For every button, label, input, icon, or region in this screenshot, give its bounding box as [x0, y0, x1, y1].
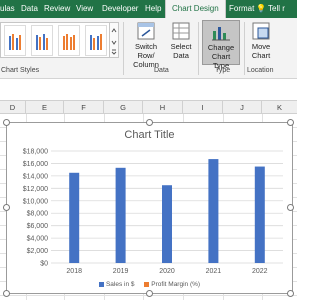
column-header-k[interactable]: K [262, 101, 297, 114]
column-header-d[interactable]: D [0, 101, 26, 114]
x-tick-label: 2018 [66, 268, 82, 275]
legend-item-sales: Sales in $ [98, 281, 135, 288]
tab-help[interactable]: Help [145, 0, 161, 18]
column-header-f[interactable]: F [64, 101, 104, 114]
chart-style-thumb[interactable] [85, 25, 107, 56]
column-header-j[interactable]: J [223, 101, 262, 114]
y-tick-label: $18,000 [23, 149, 48, 156]
chart-style-thumb[interactable] [4, 25, 26, 56]
select-data-button[interactable]: Select Data [168, 22, 194, 60]
chart-style-thumb-icon [90, 34, 102, 50]
chevron-up-down-icon [111, 28, 117, 55]
tab-chart-design[interactable]: Chart Design [165, 0, 226, 18]
column-header-i[interactable]: I [183, 101, 223, 114]
y-tick-label: $8,000 [27, 211, 49, 218]
resize-handle[interactable] [287, 119, 294, 126]
y-tick-label: $10,000 [23, 198, 48, 205]
column-header-e[interactable]: E [26, 101, 64, 114]
change-chart-type-button[interactable]: Change Chart Type [202, 20, 240, 70]
tab-format[interactable]: Format [229, 0, 254, 18]
group-label-location: Location [247, 67, 274, 74]
chart-legend[interactable]: Sales in $ Profit Margin (%) [7, 281, 292, 288]
x-tick-label: 2019 [113, 268, 129, 275]
x-tick-label: 2021 [206, 268, 222, 275]
y-tick-label: $14,000 [23, 173, 48, 180]
chart-style-thumb-icon [63, 34, 75, 50]
y-tick-label: $16,000 [23, 161, 48, 168]
resize-handle[interactable] [146, 119, 153, 126]
y-tick-label: $0 [40, 261, 48, 268]
switch-row-column-icon [137, 22, 155, 40]
tell-me-icon[interactable]: 💡 [256, 0, 266, 18]
move-chart-icon [252, 22, 270, 40]
resize-handle[interactable] [287, 290, 294, 297]
chart-style-thumb-icon [9, 34, 21, 50]
tab-formulas[interactable]: ulas [0, 0, 15, 18]
resize-handle[interactable] [3, 119, 10, 126]
column-header-h[interactable]: H [143, 101, 183, 114]
group-separator [244, 22, 245, 75]
legend-label-profit-margin: Profit Margin (%) [151, 281, 201, 288]
resize-handle[interactable] [3, 204, 10, 211]
chart-style-thumb-icon [36, 34, 48, 50]
legend-label-sales: Sales in $ [105, 281, 135, 288]
switch-row-column-label-1: Switch Row/ [134, 42, 158, 60]
column-headers: D E F G H I J K [0, 100, 297, 114]
tab-view[interactable]: View [76, 0, 93, 18]
tab-data[interactable]: Data [21, 0, 38, 18]
chart-area[interactable]: Chart Title $0 $2,000 $4,000 $6,000 $8,000 $1… [6, 122, 293, 294]
tab-review[interactable]: Review [44, 0, 70, 18]
y-tick-label: $12,000 [23, 186, 48, 193]
legend-swatch-sales [98, 281, 104, 287]
bar-sales [208, 159, 219, 263]
ribbon: Chart Styles Switch Row/ Column Select D… [0, 18, 297, 79]
ribbon-tab-bar: ulas Data Review View Developer Help Cha… [0, 0, 297, 18]
y-tick-label: $2,000 [27, 248, 49, 255]
resize-handle[interactable] [287, 204, 294, 211]
bar-sales [69, 172, 80, 263]
move-chart-label-1: Move [251, 42, 271, 51]
chart-styles-gallery[interactable] [0, 22, 110, 58]
legend-item-profit-margin: Profit Margin (%) [144, 281, 200, 288]
tab-tell-me[interactable]: Tell r [268, 0, 285, 18]
group-label-data: Data [154, 67, 169, 74]
y-tick-label: $4,000 [27, 236, 49, 243]
group-separator [123, 22, 124, 75]
legend-swatch-profit-margin [144, 281, 150, 287]
x-tick-label: 2020 [159, 268, 175, 275]
select-data-icon [172, 22, 190, 40]
move-chart-label-2: Chart [251, 51, 271, 60]
switch-row-column-button[interactable]: Switch Row/ Column [126, 22, 166, 69]
bar-sales [115, 167, 126, 263]
select-data-label-2: Data [173, 51, 189, 60]
group-label-type: Type [215, 67, 231, 74]
group-label-chart-styles: Chart Styles [1, 67, 40, 74]
bar-sales [162, 185, 172, 263]
move-chart-button[interactable]: Move Chart [248, 22, 274, 60]
x-tick-label: 2022 [252, 268, 268, 275]
group-separator [198, 22, 199, 75]
change-chart-type-icon [212, 27, 230, 41]
resize-handle[interactable] [3, 290, 10, 297]
column-header-g[interactable]: G [104, 101, 143, 114]
chart-plot[interactable]: $0 $2,000 $4,000 $6,000 $8,000 $10,000 $12,000… [7, 123, 292, 293]
tab-developer[interactable]: Developer [102, 0, 138, 18]
change-chart-type-label-1: Change [207, 43, 235, 52]
select-data-label-1: Select [170, 42, 192, 51]
chart-style-thumb[interactable] [58, 25, 80, 56]
gallery-scroll[interactable] [110, 22, 119, 58]
resize-handle[interactable] [146, 290, 153, 297]
chart-style-thumb[interactable] [31, 25, 53, 56]
y-tick-label: $6,000 [27, 223, 49, 230]
bar-sales [254, 166, 265, 263]
